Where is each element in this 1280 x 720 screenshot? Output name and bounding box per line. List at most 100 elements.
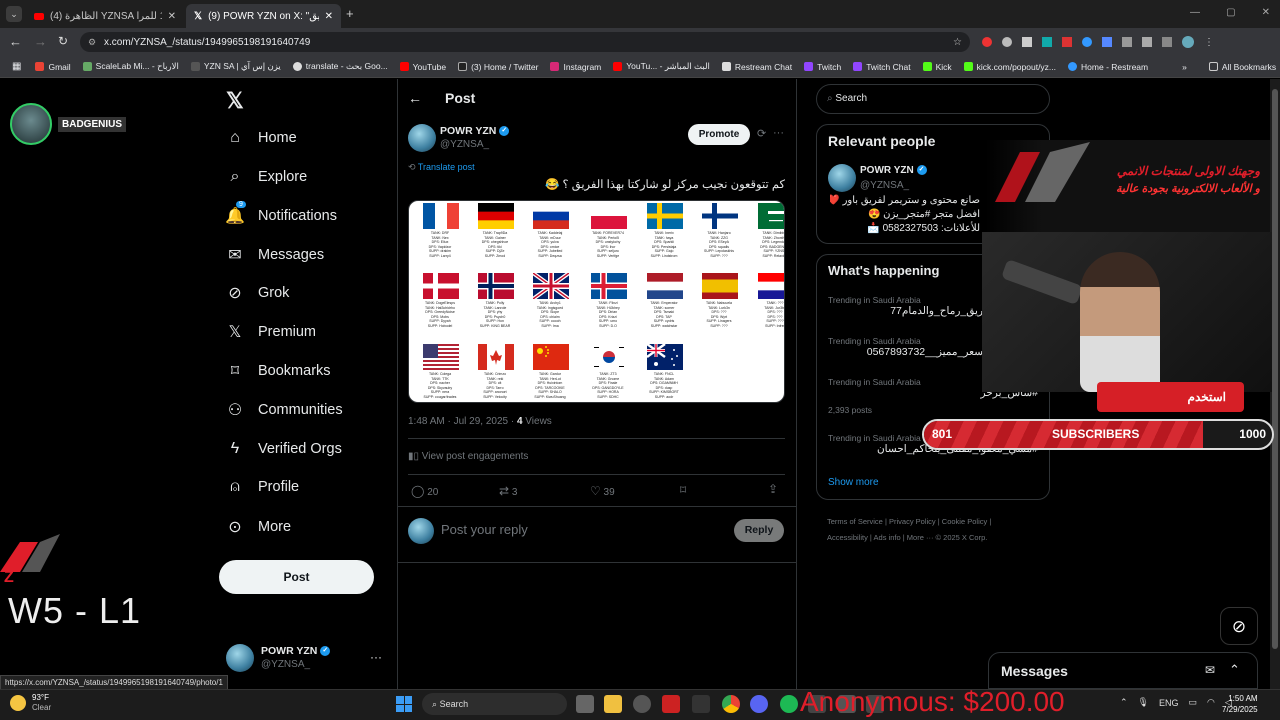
apps-icon[interactable]: ▦ xyxy=(12,61,21,72)
team-roster: TANK: Trap9Da TANK: Gainer DPS: ohegshhoe D… xyxy=(468,231,522,258)
spotify-icon[interactable] xyxy=(780,695,798,713)
bookmarks-overflow-icon[interactable]: » xyxy=(1182,62,1187,72)
account-name[interactable]: POWR YZN ✓ xyxy=(261,645,331,657)
account-menu-icon[interactable]: ··· xyxy=(370,650,382,664)
nav-item-messages[interactable]: ✉ Messages xyxy=(226,246,324,264)
nav-item-bookmarks[interactable]: ⌑ Bookmarks xyxy=(226,362,331,380)
translate-link[interactable]: ⟲ Translate post xyxy=(408,162,475,173)
relevant-name[interactable]: POWR YZN ✓ xyxy=(860,165,927,176)
post-button[interactable]: Post xyxy=(219,560,374,594)
extension-icons[interactable]: ⋮ xyxy=(982,35,1272,49)
status-url: https://x.com/YZNSA_/status/194996519819… xyxy=(0,675,228,690)
nav-item-label: Communities xyxy=(258,402,343,418)
forward-icon[interactable]: → xyxy=(34,34,47,49)
minimize-icon[interactable]: — xyxy=(1190,7,1200,18)
relevant-avatar[interactable] xyxy=(828,164,856,192)
site-info-icon[interactable]: ⚙ xyxy=(88,37,96,48)
repost-action[interactable]: ⇄ 3 xyxy=(499,484,517,498)
reload-icon[interactable]: ↻ xyxy=(58,34,68,48)
view-engagements-link[interactable]: ▮▯ View post engagements xyxy=(408,451,528,462)
nav-item-profile[interactable]: ⍝ Profile xyxy=(226,478,299,496)
bookmark-scalelab[interactable]: ScaleLab Mi... - الارباح xyxy=(82,61,179,72)
wifi-icon[interactable]: ◠ xyxy=(1207,697,1215,708)
mic-icon[interactable]: 🎙 xyxy=(1138,697,1149,708)
tab-youtube[interactable]: (4) الظاهرة YZNSA والتوب1 للمرا✕ xyxy=(26,4,184,28)
nav-item-explore[interactable]: ⌕ Explore xyxy=(226,168,308,186)
clock[interactable]: 1:50 AM 7/29/2025 xyxy=(1222,693,1258,715)
bookmark-twitch[interactable]: Twitch xyxy=(804,62,841,72)
bookmark-translate[interactable]: translate - بحث Goo... xyxy=(292,61,388,72)
bookmark-twitter[interactable]: (3) Home / Twitter xyxy=(458,62,538,72)
bookmark-instagram[interactable]: Instagram xyxy=(550,62,601,72)
new-tab-button[interactable]: + xyxy=(346,6,354,21)
nav-item-more[interactable]: ⊙ More xyxy=(226,518,291,536)
messages-drawer[interactable]: Messages ✉ ⌃ xyxy=(988,652,1258,689)
promote-button[interactable]: Promote xyxy=(688,124,750,145)
discord-icon[interactable] xyxy=(750,695,768,713)
nav-item-label: Verified Orgs xyxy=(258,441,342,457)
task-view-icon[interactable] xyxy=(576,695,594,713)
obs-icon[interactable] xyxy=(633,695,651,713)
nav-item-home[interactable]: ⌂ Home xyxy=(226,129,297,147)
app-red-icon[interactable] xyxy=(662,695,680,713)
maximize-icon[interactable]: ▢ xyxy=(1226,7,1235,18)
url-bar[interactable]: ⚙ x.com/YZNSA_/status/1949965198191640749… xyxy=(80,32,970,52)
close-window-icon[interactable]: ✕ xyxy=(1262,7,1270,18)
bookmark-youtube-live[interactable]: YouTu... - البث المباشر xyxy=(613,61,710,72)
monitor-icon[interactable]: ▭ xyxy=(1189,697,1198,708)
grok-post-icon[interactable]: ⟳ xyxy=(757,127,766,140)
close-icon[interactable]: ✕ xyxy=(325,11,333,22)
back-arrow-icon[interactable]: ← xyxy=(408,90,422,106)
nav-item-notifications[interactable]: 🔔 9 Notifications xyxy=(225,201,337,225)
nav-item-grok[interactable]: ⊘ Grok xyxy=(226,284,289,302)
show-more-link[interactable]: Show more xyxy=(828,477,879,488)
bookmark-gmail[interactable]: Gmail xyxy=(35,62,71,72)
chrome-icon[interactable] xyxy=(722,695,740,713)
nav-item-communities[interactable]: ⚇ Communities xyxy=(226,401,343,419)
window-controls[interactable]: — ▢ ✕ xyxy=(1190,7,1270,18)
star-icon[interactable]: ☆ xyxy=(953,37,962,48)
author-name[interactable]: POWR YZN ✓ xyxy=(440,125,510,137)
bookmark-youtube[interactable]: YouTube xyxy=(399,62,446,72)
bookmark-kick[interactable]: Kick xyxy=(922,62,952,72)
share-icon[interactable]: ⇪ xyxy=(768,482,778,496)
bookmark-twitch-chat[interactable]: Twitch Chat xyxy=(853,62,911,72)
bookmark-restream[interactable]: Home - Restream xyxy=(1068,62,1148,72)
nav-item-label: More xyxy=(258,519,292,535)
author-avatar[interactable] xyxy=(408,124,436,152)
post-more-icon[interactable]: ··· xyxy=(773,127,784,139)
nav-item-premium[interactable]: 𝕏 Premium xyxy=(226,323,316,341)
app-icon[interactable] xyxy=(692,695,710,713)
close-icon[interactable]: ✕ xyxy=(168,11,176,22)
post-image[interactable]: TANK: DRF TANK: Nex DPS: Eliux DPS: Vapidzo… xyxy=(408,200,785,403)
expand-icon[interactable]: ⌃ xyxy=(1229,662,1240,678)
bookmark-restream-chat[interactable]: Restream Chat xyxy=(721,62,792,72)
reply-input[interactable]: Post your reply xyxy=(441,522,528,537)
all-bookmarks[interactable]: All Bookmarks xyxy=(1208,62,1276,72)
x-logo-icon[interactable]: 𝕏 xyxy=(226,88,244,114)
weather-widget[interactable]: 93°F Clear xyxy=(10,693,51,713)
taskbar-search[interactable]: ⌕ Search xyxy=(422,693,567,715)
flag-finland: TANK: Hanjaro TANK: ZZG DPS: ESeyA DPS: squ… xyxy=(690,203,750,265)
bar-chart-icon: ▮▯ xyxy=(408,451,420,462)
file-explorer-icon[interactable] xyxy=(604,695,622,713)
nav-item-label: Explore xyxy=(258,169,308,185)
grok-floating-button[interactable]: ⊘ xyxy=(1220,607,1258,645)
account-avatar[interactable] xyxy=(226,644,254,672)
new-message-icon[interactable]: ✉ xyxy=(1205,663,1215,677)
tab-list-button[interactable]: ⌄ xyxy=(6,6,22,22)
tab-x-post[interactable]: 𝕏(9) POWR YZN on X: "كم الفريق "✕ xyxy=(186,4,341,28)
reply-button[interactable]: Reply xyxy=(734,519,784,542)
bookmark-action-icon[interactable]: ⌑ xyxy=(680,483,686,497)
chevron-up-icon[interactable]: ⌃ xyxy=(1120,697,1128,708)
windows-start-icon[interactable] xyxy=(396,696,412,712)
system-tray[interactable]: ⌃ 🎙 ENG ▭ ◠ ◁ xyxy=(1120,697,1232,708)
reply-action[interactable]: ◯ 20 xyxy=(411,484,438,498)
nav-item-verified-orgs[interactable]: ϟ Verified Orgs xyxy=(226,440,342,458)
back-icon[interactable]: ← xyxy=(9,34,22,49)
search-input[interactable]: ⌕ Search xyxy=(816,84,1050,114)
bookmark-yznsa[interactable]: YZN SA | يزن إس آي xyxy=(190,61,281,72)
relevant-handle: @YZNSA_ xyxy=(860,180,910,191)
like-action[interactable]: ♡ 39 xyxy=(590,484,615,498)
bookmark-kick-popout[interactable]: kick.com/popout/yz... xyxy=(963,62,1056,72)
